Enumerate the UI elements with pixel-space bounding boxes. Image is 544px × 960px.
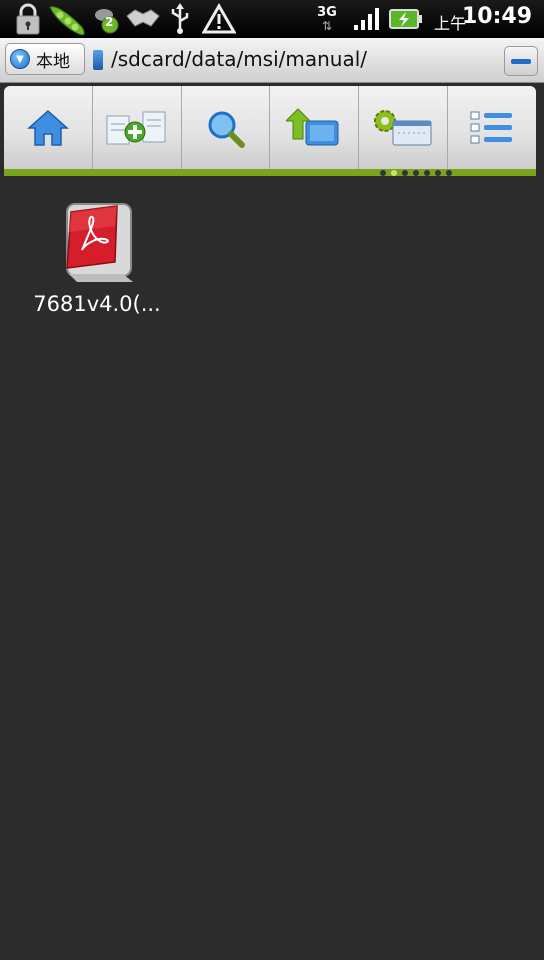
battery-charging-icon xyxy=(388,0,424,38)
settings-window-icon xyxy=(374,109,432,145)
current-path: /sdcard/data/msi/manual/ xyxy=(111,47,368,71)
path-bar: ▼ 本地 /sdcard/data/msi/manual/ xyxy=(0,38,544,83)
home-button[interactable] xyxy=(4,86,93,169)
collapse-toolbar-button[interactable] xyxy=(504,46,538,76)
network-3g-icon: 3G ⇅ xyxy=(317,4,337,33)
chevron-down-icon: ▼ xyxy=(10,49,30,69)
up-folder-button[interactable] xyxy=(270,86,360,169)
list-view-icon xyxy=(470,111,513,143)
new-file-icon xyxy=(106,111,166,144)
up-folder-icon xyxy=(286,107,339,145)
clock-time: 10:49 xyxy=(461,4,532,29)
warning-icon xyxy=(202,0,236,38)
page-dot xyxy=(413,170,419,176)
file-item[interactable]: 7681v4.0(... xyxy=(22,196,172,316)
handshake-icon xyxy=(124,0,162,38)
settings-button[interactable] xyxy=(359,86,449,169)
sdcard-icon xyxy=(93,50,103,70)
notification-icon: 2 xyxy=(92,0,124,38)
status-bar: 2 3G ⇅ 上午 10:49 xyxy=(0,0,544,38)
signal-icon xyxy=(352,0,382,38)
page-dot xyxy=(435,170,441,176)
lock-icon xyxy=(12,0,44,38)
toolbar-page-indicator xyxy=(380,170,452,176)
search-icon xyxy=(208,111,245,148)
home-icon xyxy=(26,109,69,146)
page-dot xyxy=(380,170,386,176)
page-dot xyxy=(402,170,408,176)
search-button[interactable] xyxy=(182,86,271,169)
page-dot-active xyxy=(391,170,397,176)
file-name-label: 7681v4.0(... xyxy=(33,292,161,316)
usb-icon xyxy=(166,0,194,38)
toolbar xyxy=(4,86,536,176)
list-view-button[interactable] xyxy=(448,86,536,169)
new-file-button[interactable] xyxy=(93,86,182,169)
minus-icon xyxy=(511,58,531,64)
pea-pod-icon xyxy=(46,0,88,38)
pdf-icon xyxy=(57,196,137,286)
page-dot xyxy=(446,170,452,176)
location-label: 本地 xyxy=(36,51,70,72)
page-dot xyxy=(424,170,430,176)
location-dropdown-button[interactable]: ▼ 本地 xyxy=(5,43,85,75)
notification-count: 2 xyxy=(105,15,114,29)
